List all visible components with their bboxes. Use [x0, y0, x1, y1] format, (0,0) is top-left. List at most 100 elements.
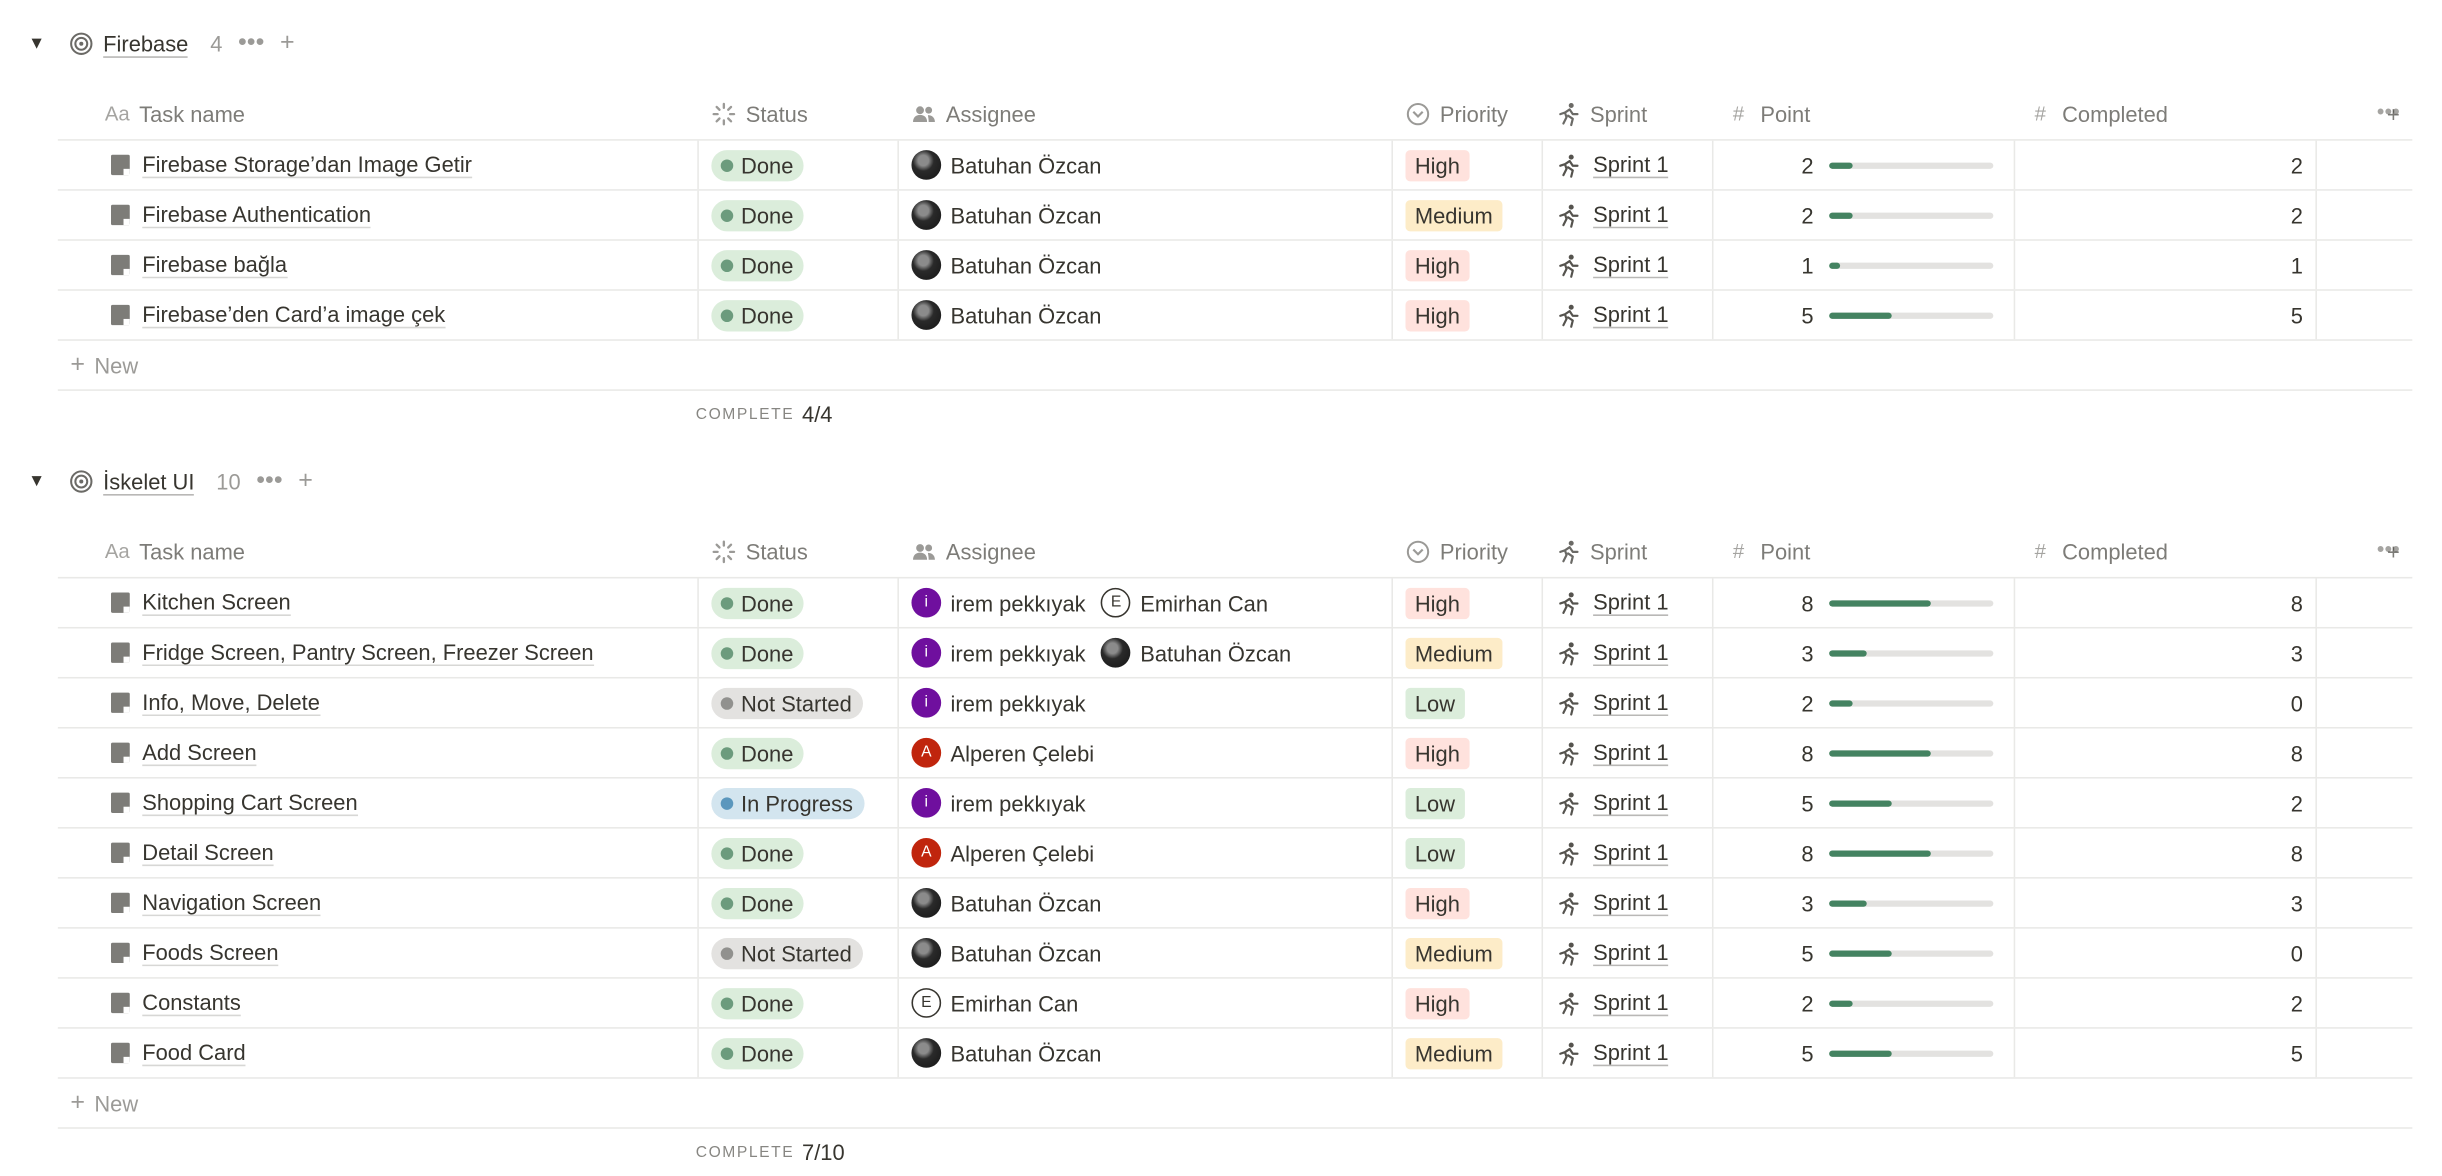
more-options-icon[interactable]: •••	[2377, 98, 2400, 123]
completed-cell[interactable]: 2	[2015, 778, 2317, 828]
point-cell[interactable]: 8	[1713, 828, 2016, 878]
priority-cell[interactable]: Medium	[1393, 190, 1544, 240]
assignee-chip[interactable]: A Alperen Çelebi	[911, 737, 1094, 768]
status-cell[interactable]: Done	[699, 728, 899, 778]
status-badge[interactable]: Done	[711, 299, 805, 331]
task-name-cell[interactable]: Fridge Screen, Pantry Screen, Freezer Sc…	[58, 628, 699, 677]
column-header-priority[interactable]: Priority	[1393, 525, 1543, 577]
task-name[interactable]: Firebase Authentication	[142, 202, 372, 229]
status-cell[interactable]: Done	[699, 140, 899, 190]
priority-tag[interactable]: High	[1405, 149, 1470, 181]
priority-cell[interactable]: Medium	[1393, 928, 1544, 978]
task-name[interactable]: Add Screen	[142, 739, 257, 767]
priority-cell[interactable]: Low	[1393, 828, 1544, 878]
table-row[interactable]: Food Card Done Batuhan Özcan Medium Spri…	[57, 1028, 2413, 1079]
sprint-cell[interactable]: Sprint 1	[1543, 290, 1714, 340]
sprint-link[interactable]: Sprint 1	[1593, 840, 1669, 867]
sprint-link[interactable]: Sprint 1	[1593, 152, 1669, 179]
completed-cell[interactable]: 5	[2015, 290, 2317, 340]
task-name-cell[interactable]: Shopping Cart Screen	[58, 778, 699, 828]
sprint-link[interactable]: Sprint 1	[1593, 202, 1669, 229]
status-cell[interactable]: Done	[699, 240, 899, 290]
priority-tag[interactable]: High	[1405, 299, 1470, 331]
sprint-cell[interactable]: Sprint 1	[1543, 728, 1714, 778]
priority-cell[interactable]: High	[1393, 240, 1544, 290]
completed-cell[interactable]: 2	[2015, 978, 2317, 1028]
priority-tag[interactable]: Medium	[1405, 637, 1503, 669]
table-row[interactable]: Constants Done E Emirhan Can High Sprint …	[57, 978, 2413, 1029]
status-cell[interactable]: Done	[699, 1028, 899, 1078]
completed-cell[interactable]: 8	[2015, 828, 2317, 878]
task-name-cell[interactable]: Food Card	[58, 1028, 699, 1078]
completed-cell[interactable]: 2	[2015, 190, 2317, 240]
sprint-cell[interactable]: Sprint 1	[1543, 140, 1714, 190]
priority-tag[interactable]: High	[1405, 737, 1470, 769]
priority-cell[interactable]: High	[1393, 878, 1544, 928]
assignee-chip[interactable]: Batuhan Özcan	[911, 938, 1101, 968]
add-icon[interactable]: +	[280, 30, 295, 58]
sprint-link[interactable]: Sprint 1	[1593, 940, 1669, 967]
status-badge[interactable]: Done	[711, 637, 805, 669]
assignee-cell[interactable]: i irem pekkıyak	[899, 778, 1393, 828]
assignee-chip[interactable]: A Alperen Çelebi	[911, 837, 1094, 868]
assignee-cell[interactable]: i irem pekkıyak Batuhan Özcan	[899, 628, 1393, 677]
point-cell[interactable]: 2	[1713, 978, 2016, 1028]
point-cell[interactable]: 2	[1713, 140, 2016, 190]
column-header-status[interactable]: Status	[699, 525, 899, 577]
priority-tag[interactable]: Low	[1405, 837, 1465, 869]
status-cell[interactable]: Done	[699, 190, 899, 240]
status-cell[interactable]: Done	[699, 828, 899, 878]
completed-cell[interactable]: 8	[2015, 728, 2317, 778]
status-cell[interactable]: In Progress	[699, 778, 899, 828]
status-badge[interactable]: Done	[711, 987, 805, 1019]
sprint-link[interactable]: Sprint 1	[1593, 790, 1669, 817]
priority-tag[interactable]: High	[1405, 587, 1470, 619]
group-title[interactable]: İskelet UI	[103, 468, 195, 495]
assignee-chip[interactable]: Batuhan Özcan	[911, 300, 1101, 330]
assignee-cell[interactable]: Batuhan Özcan	[899, 1028, 1393, 1078]
task-name-cell[interactable]: Detail Screen	[58, 828, 699, 878]
column-header-task-name[interactable]: Aa Task name	[58, 525, 699, 577]
point-cell[interactable]: 2	[1713, 678, 2016, 727]
status-cell[interactable]: Done	[699, 628, 899, 677]
assignee-chip[interactable]: i irem pekkıyak	[911, 637, 1086, 668]
status-cell[interactable]: Not Started	[699, 678, 899, 727]
assignee-chip[interactable]: i irem pekkıyak	[911, 687, 1086, 718]
assignee-cell[interactable]: E Emirhan Can	[899, 978, 1393, 1028]
priority-tag[interactable]: High	[1405, 249, 1470, 281]
assignee-chip[interactable]: Batuhan Özcan	[911, 200, 1101, 230]
sprint-link[interactable]: Sprint 1	[1593, 589, 1669, 616]
sprint-cell[interactable]: Sprint 1	[1543, 928, 1714, 978]
task-name-cell[interactable]: Add Screen	[58, 728, 699, 778]
point-cell[interactable]: 5	[1713, 928, 2016, 978]
more-options-icon[interactable]: •••	[2377, 536, 2400, 561]
assignee-cell[interactable]: Batuhan Özcan	[899, 190, 1393, 240]
column-header-assignee[interactable]: Assignee	[899, 525, 1393, 577]
assignee-chip[interactable]: Batuhan Özcan	[911, 888, 1101, 918]
point-cell[interactable]: 5	[1713, 778, 2016, 828]
task-name-cell[interactable]: Constants	[58, 978, 699, 1028]
assignee-cell[interactable]: Batuhan Özcan	[899, 290, 1393, 340]
task-name-cell[interactable]: Navigation Screen	[58, 878, 699, 928]
task-name-cell[interactable]: Firebase Authentication	[58, 190, 699, 240]
column-header-point[interactable]: # Point	[1713, 88, 2015, 140]
status-badge[interactable]: Done	[711, 887, 805, 919]
priority-tag[interactable]: Medium	[1405, 937, 1503, 969]
new-row-button[interactable]: + New	[57, 1079, 2413, 1129]
table-row[interactable]: Kitchen Screen Done i irem pekkıyak E Emirh…	[57, 578, 2413, 629]
completed-cell[interactable]: 2	[2015, 140, 2317, 190]
status-badge[interactable]: Not Started	[711, 687, 863, 719]
point-cell[interactable]: 1	[1713, 240, 2016, 290]
column-header-completed[interactable]: # Completed	[2015, 88, 2317, 140]
point-cell[interactable]: 8	[1713, 728, 2016, 778]
column-header-point[interactable]: # Point	[1713, 525, 2015, 577]
task-name[interactable]: Shopping Cart Screen	[142, 790, 358, 817]
sprint-link[interactable]: Sprint 1	[1593, 990, 1669, 1017]
assignee-chip[interactable]: E Emirhan Can	[1101, 587, 1268, 618]
assignee-chip[interactable]: i irem pekkıyak	[911, 587, 1086, 618]
column-header-sprint[interactable]: Sprint	[1543, 88, 1713, 140]
status-badge[interactable]: Done	[711, 837, 805, 869]
column-header-completed[interactable]: # Completed	[2015, 525, 2317, 577]
assignee-chip[interactable]: i irem pekkıyak	[911, 787, 1086, 818]
status-badge[interactable]: Done	[711, 149, 805, 181]
